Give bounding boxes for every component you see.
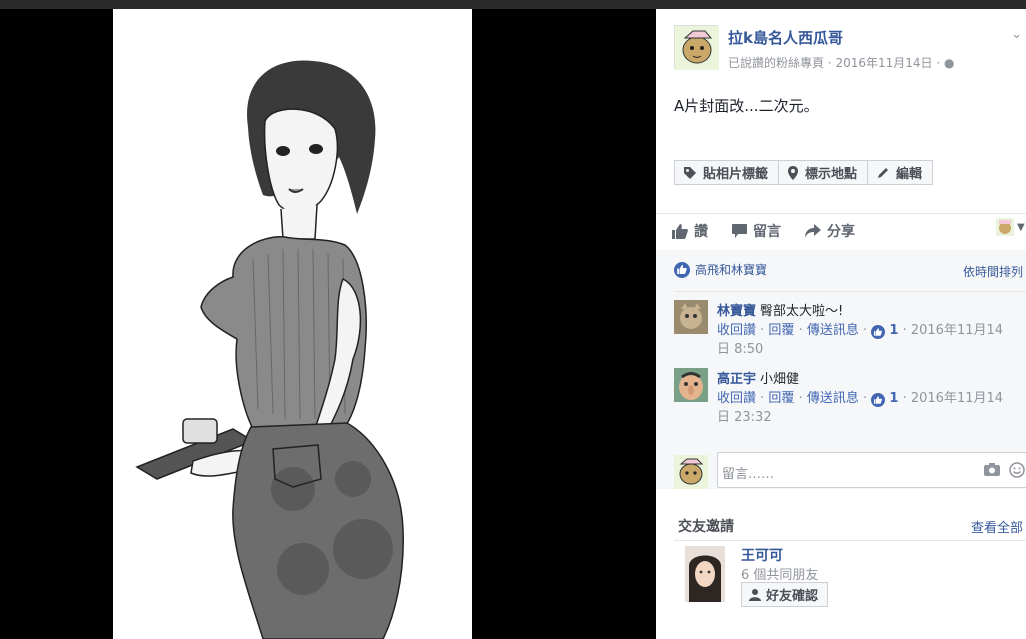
unlike-link[interactable]: 收回讚 xyxy=(717,323,756,338)
tag-photo-label: 貼相片標籤 xyxy=(703,167,769,182)
reply-link[interactable]: 回覆 xyxy=(768,391,794,406)
comment-input[interactable]: 留言…… xyxy=(717,452,1026,488)
comment-author[interactable]: 高正宇 xyxy=(717,372,756,387)
page-name[interactable]: 拉k島名人西瓜哥 xyxy=(728,27,843,48)
share-button[interactable]: 分享 xyxy=(805,221,855,241)
like-count[interactable]: 1 xyxy=(889,391,898,406)
friend-avatar[interactable] xyxy=(685,546,725,602)
pencil-icon xyxy=(878,167,889,178)
thumbs-up-icon xyxy=(672,223,688,239)
manga-illustration xyxy=(113,9,472,639)
comment-meta: 收回讚 · 回覆 · 傳送訊息 · 1 · 2016年11月14 日 23:32 xyxy=(717,391,1004,425)
post-caption: A片封面改...二次元。 xyxy=(674,97,819,115)
cartoon-avatar-image xyxy=(674,455,708,489)
comment-time-cont[interactable]: 日 8:50 xyxy=(717,342,763,357)
confirm-friend-label: 好友確認 xyxy=(766,589,819,604)
post-meta-text: 已說讚的粉絲專頁 · 2016年11月14日 · xyxy=(728,56,944,70)
post-meta: 已說讚的粉絲專頁 · 2016年11月14日 · ● xyxy=(728,54,954,71)
like-label: 讚 xyxy=(694,224,708,240)
edit-button[interactable]: 編輯 xyxy=(867,160,934,185)
comment-button[interactable]: 留言 xyxy=(732,221,781,241)
send-message-link[interactable]: 傳送訊息 xyxy=(807,391,859,406)
friend-requests-section: 交友邀請 查看全部 王可可 6 個共同朋友 好友確認 xyxy=(656,489,1026,639)
face-photo-avatar xyxy=(674,368,708,402)
friend-name[interactable]: 王可可 xyxy=(741,545,783,565)
cartoon-avatar-image xyxy=(999,220,1011,234)
tag-icon xyxy=(684,166,696,179)
comment-time[interactable]: 2016年11月14 xyxy=(911,323,1003,338)
share-label: 分享 xyxy=(827,224,855,240)
divider xyxy=(656,213,1026,214)
see-all-link[interactable]: 查看全部 xyxy=(971,517,1023,536)
like-count-icon xyxy=(871,393,886,407)
caret-down-icon[interactable]: ▼ xyxy=(1017,222,1025,233)
friend-requests-title: 交友邀請 xyxy=(678,519,734,535)
photo-side-panel: 拉k島名人西瓜哥 已說讚的粉絲專頁 · 2016年11月14日 · ● ⌄ A片… xyxy=(656,9,1026,639)
cartoon-avatar-image xyxy=(675,26,719,70)
comments-section: 高飛和林寶寶 依時間排列 林寶寶 臀部太大啦～! 收回讚 · 回覆 · 傳送訊息 … xyxy=(656,250,1026,489)
add-location-button[interactable]: 標示地點 xyxy=(778,160,869,185)
divider xyxy=(674,291,1026,292)
photo-action-bar: 貼相片標籤 標示地點 編輯 xyxy=(674,160,934,185)
comment-time-cont[interactable]: 日 23:32 xyxy=(717,410,772,425)
own-avatar xyxy=(674,455,708,489)
top-toolbar-strip xyxy=(0,0,1026,9)
divider xyxy=(674,540,1026,541)
likes-summary[interactable]: 高飛和林寶寶 xyxy=(674,261,767,278)
like-button[interactable]: 讚 xyxy=(672,221,708,241)
confirm-friend-button[interactable]: 好友確認 xyxy=(741,582,829,607)
like-count[interactable]: 1 xyxy=(889,323,898,338)
like-count-icon xyxy=(871,325,886,339)
emoji-icon[interactable] xyxy=(1009,462,1025,482)
photo-image[interactable] xyxy=(113,9,472,639)
comment-time[interactable]: 2016年11月14 xyxy=(911,391,1003,406)
camera-icon[interactable] xyxy=(984,463,1000,480)
cat-photo-avatar xyxy=(674,300,708,334)
comment-label: 留言 xyxy=(753,224,781,240)
sort-comments-link[interactable]: 依時間排列 xyxy=(963,263,1023,280)
page-avatar[interactable] xyxy=(674,25,719,70)
photo-viewer: 拉k島名人西瓜哥 已說讚的粉絲專頁 · 2016年11月14日 · ● ⌄ A片… xyxy=(0,0,1026,639)
likes-names: 高飛和林寶寶 xyxy=(695,263,768,277)
comment-author[interactable]: 林寶寶 xyxy=(717,304,756,319)
person-icon xyxy=(749,588,761,601)
post-as-avatar[interactable] xyxy=(996,218,1014,236)
commenter-avatar[interactable] xyxy=(674,368,708,402)
comment-text: 小畑健 xyxy=(760,372,800,387)
tag-photo-button[interactable]: 貼相片標籤 xyxy=(674,160,780,185)
location-pin-icon xyxy=(788,165,799,180)
mutual-friends[interactable]: 6 個共同朋友 xyxy=(741,564,818,583)
add-location-label: 標示地點 xyxy=(805,167,858,182)
chevron-down-icon[interactable]: ⌄ xyxy=(1011,27,1022,42)
comment-input-placeholder: 留言…… xyxy=(722,467,775,482)
post-actions: 讚 留言 分享 xyxy=(672,221,879,241)
unlike-link[interactable]: 收回讚 xyxy=(717,391,756,406)
reply-link[interactable]: 回覆 xyxy=(768,323,794,338)
commenter-avatar[interactable] xyxy=(674,300,708,334)
send-message-link[interactable]: 傳送訊息 xyxy=(807,323,859,338)
edit-label: 編輯 xyxy=(896,167,923,182)
share-arrow-icon xyxy=(805,224,821,238)
comment-icon xyxy=(732,224,747,238)
portrait-photo-avatar xyxy=(685,546,725,602)
comment-meta: 收回讚 · 回覆 · 傳送訊息 · 1 · 2016年11月14 日 8:50 xyxy=(717,323,1004,357)
like-badge-icon xyxy=(674,261,690,278)
comment-text: 臀部太大啦～! xyxy=(760,304,844,319)
globe-icon: ● xyxy=(943,56,955,70)
